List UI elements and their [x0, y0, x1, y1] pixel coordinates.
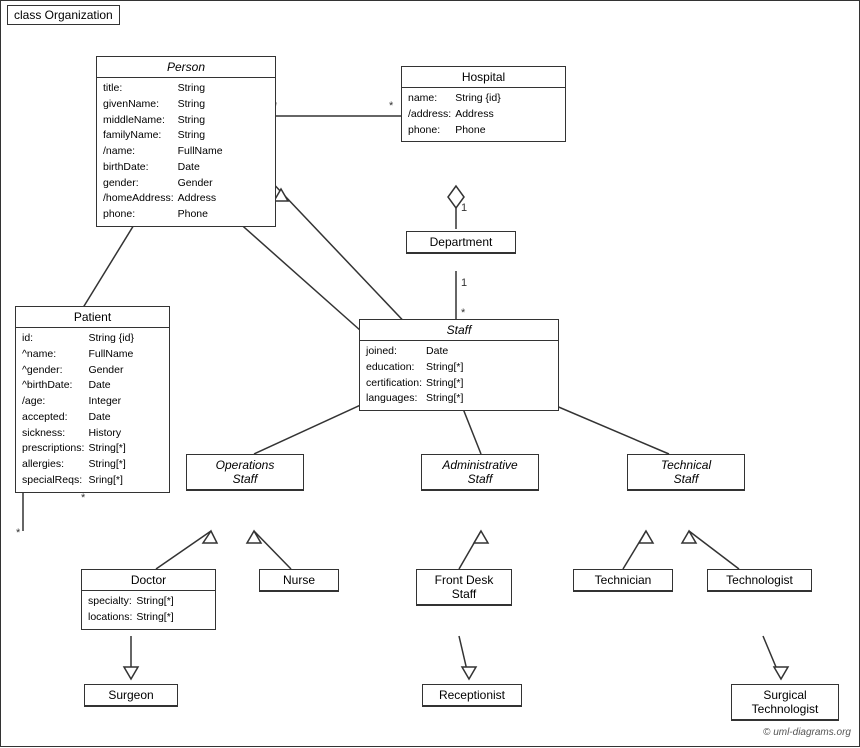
diagram-title: class Organization: [7, 5, 120, 25]
operations-staff-title: Operations Staff: [187, 455, 303, 490]
svg-text:*: *: [81, 492, 86, 504]
hospital-title: Hospital: [402, 67, 565, 88]
svg-text:*: *: [16, 527, 21, 539]
doctor-body: specialty:String[*] locations:String[*]: [82, 591, 215, 629]
staff-body: joined:Date education:String[*] certific…: [360, 341, 558, 410]
hospital-body: name:String {id} /address:Address phone:…: [402, 88, 565, 141]
administrative-staff-title: Administrative Staff: [422, 455, 538, 490]
person-body: title:String givenName:String middleName…: [97, 78, 275, 226]
svg-text:*: *: [461, 307, 466, 319]
technician-class: Technician: [573, 569, 673, 592]
person-title: Person: [97, 57, 275, 78]
department-class: Department: [406, 231, 516, 254]
surgeon-title: Surgeon: [85, 685, 177, 706]
receptionist-title: Receptionist: [423, 685, 521, 706]
nurse-class: Nurse: [259, 569, 339, 592]
patient-class: Patient id:String {id} ^name:FullName ^g…: [15, 306, 170, 493]
receptionist-class: Receptionist: [422, 684, 522, 707]
front-desk-staff-class: Front Desk Staff: [416, 569, 512, 606]
surgical-technologist-title: Surgical Technologist: [732, 685, 838, 720]
svg-text:1: 1: [461, 277, 467, 289]
staff-class: Staff joined:Date education:String[*] ce…: [359, 319, 559, 411]
copyright: © uml-diagrams.org: [763, 727, 851, 738]
technologist-class: Technologist: [707, 569, 812, 592]
department-title: Department: [407, 232, 515, 253]
person-class: Person title:String givenName:String mid…: [96, 56, 276, 227]
operations-staff-class: Operations Staff: [186, 454, 304, 491]
administrative-staff-class: Administrative Staff: [421, 454, 539, 491]
staff-title: Staff: [360, 320, 558, 341]
diagram-container: class Organization * * 1 * 1 *: [0, 0, 860, 747]
technical-staff-title: Technical Staff: [628, 455, 744, 490]
surgical-technologist-class: Surgical Technologist: [731, 684, 839, 721]
doctor-title: Doctor: [82, 570, 215, 591]
nurse-title: Nurse: [260, 570, 338, 591]
surgeon-class: Surgeon: [84, 684, 178, 707]
technologist-title: Technologist: [708, 570, 811, 591]
hospital-class: Hospital name:String {id} /address:Addre…: [401, 66, 566, 142]
technical-staff-class: Technical Staff: [627, 454, 745, 491]
svg-text:1: 1: [461, 202, 467, 214]
technician-title: Technician: [574, 570, 672, 591]
front-desk-staff-title: Front Desk Staff: [417, 570, 511, 605]
patient-body: id:String {id} ^name:FullName ^gender:Ge…: [16, 328, 169, 492]
patient-title: Patient: [16, 307, 169, 328]
doctor-class: Doctor specialty:String[*] locations:Str…: [81, 569, 216, 630]
svg-text:*: *: [389, 100, 394, 112]
